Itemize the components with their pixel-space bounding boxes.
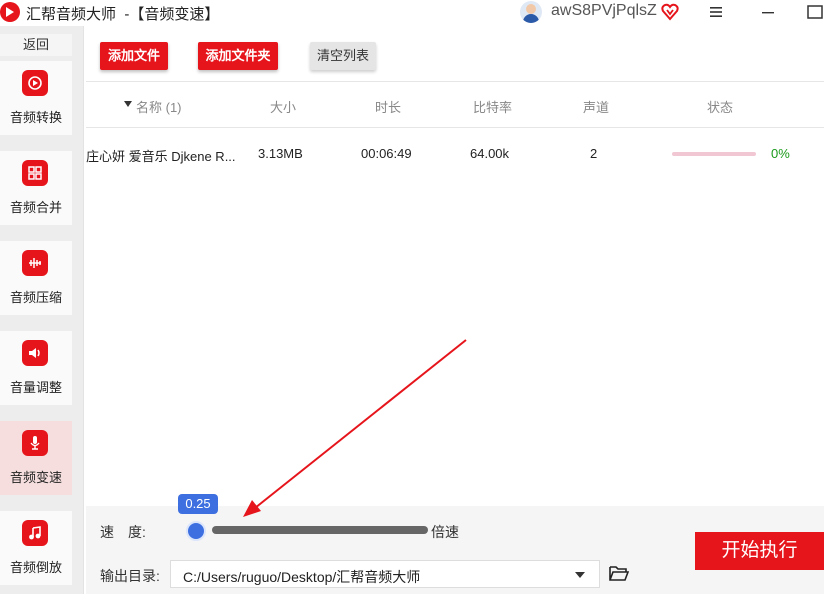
sidebar-item-audio-convert[interactable]: 音频转换 (0, 61, 72, 135)
sidebar-item-label: 音频变速 (9, 470, 62, 485)
sidebar-item-volume-adjust[interactable]: 音量调整 (0, 331, 72, 405)
output-dir-label: 输出目录: (100, 568, 160, 584)
sidebar-item-audio-speed[interactable]: 音频变速 (0, 421, 72, 495)
cell-name: 庄心妍 爱音乐 Djkene R... (86, 149, 236, 164)
sidebar: 返回 音频转换 音频合并 音频压缩 音量调整 音频变速 音频倒放 (0, 26, 84, 594)
maximize-icon[interactable] (806, 4, 824, 20)
table-row[interactable]: 庄心妍 爱音乐 Djkene R... 3.13MB 00:06:49 64.0… (86, 128, 824, 178)
folder-open-icon[interactable] (609, 564, 629, 582)
cell-duration: 00:06:49 (361, 146, 412, 161)
sidebar-item-audio-reverse[interactable]: 音频倒放 (0, 511, 72, 585)
output-dir-path: C:/Users/ruguo/Desktop/汇帮音频大师 (183, 569, 421, 585)
sidebar-item-label: 音频转换 (9, 110, 62, 125)
cell-bitrate: 64.00k (470, 146, 510, 161)
speed-unit-label: 倍速 (431, 524, 459, 540)
column-header-duration[interactable]: 时长 (375, 97, 401, 116)
app-logo-icon (0, 2, 20, 22)
audio-convert-icon (22, 70, 48, 96)
volume-adjust-icon (22, 340, 48, 366)
toolbar: 添加文件 添加文件夹 清空列表 (86, 26, 824, 82)
speed-slider-thumb[interactable] (186, 521, 206, 541)
speed-slider-track[interactable] (212, 526, 428, 534)
audio-compress-icon (22, 250, 48, 276)
sort-desc-icon[interactable] (124, 101, 132, 107)
title-bar: 汇帮音频大师 -【音频变速】 awS8PVjPqlsZ (0, 0, 824, 26)
sidebar-item-audio-compress[interactable]: 音频压缩 (0, 241, 72, 315)
username[interactable]: awS8PVjPqlsZ (551, 2, 657, 20)
column-header-name[interactable]: 名称 (1) (136, 97, 182, 116)
back-button[interactable]: 返回 (0, 34, 72, 56)
audio-speed-icon (22, 430, 48, 456)
column-header-channels[interactable]: 声道 (583, 97, 609, 116)
table-header: 名称 (1) 大小 时长 比特率 声道 状态 (86, 82, 824, 128)
cell-status: 0% (771, 146, 790, 161)
column-header-size[interactable]: 大小 (270, 97, 296, 116)
sidebar-item-audio-merge[interactable]: 音频合并 (0, 151, 72, 225)
sidebar-item-label: 音频合并 (9, 200, 62, 215)
vip-heart-icon[interactable] (660, 2, 680, 22)
sidebar-item-label: 音频压缩 (9, 290, 62, 305)
cell-channels: 2 (590, 146, 598, 161)
add-file-button[interactable]: 添加文件 (100, 42, 168, 70)
audio-merge-icon (22, 160, 48, 186)
minimize-icon[interactable] (758, 4, 778, 20)
output-dir-select[interactable]: C:/Users/ruguo/Desktop/汇帮音频大师 (170, 560, 600, 588)
speed-value-tooltip: 0.25 (178, 494, 218, 514)
menu-icon[interactable] (706, 4, 726, 20)
cell-size: 3.13MB (258, 146, 303, 161)
chevron-down-icon[interactable] (575, 572, 585, 578)
sidebar-item-label: 音量调整 (9, 380, 62, 395)
add-folder-button[interactable]: 添加文件夹 (198, 42, 278, 70)
bottom-panel: 速 度: 0.25 倍速 输出目录: C:/Users/ruguo/Deskto… (86, 494, 824, 594)
sidebar-item-label: 音频倒放 (9, 560, 62, 575)
clear-list-button[interactable]: 清空列表 (310, 42, 376, 70)
progress-bar (672, 152, 756, 156)
audio-reverse-icon (22, 520, 48, 546)
column-header-bitrate[interactable]: 比特率 (473, 97, 512, 116)
file-table: 名称 (1) 大小 时长 比特率 声道 状态 庄心妍 爱音乐 Djkene R.… (86, 82, 824, 506)
start-button[interactable]: 开始执行 (695, 532, 824, 570)
user-avatar-icon[interactable] (520, 1, 542, 23)
speed-label: 速 度: (100, 524, 146, 540)
column-header-status[interactable]: 状态 (707, 97, 733, 116)
window-title: 汇帮音频大师 -【音频变速】 (26, 6, 220, 23)
